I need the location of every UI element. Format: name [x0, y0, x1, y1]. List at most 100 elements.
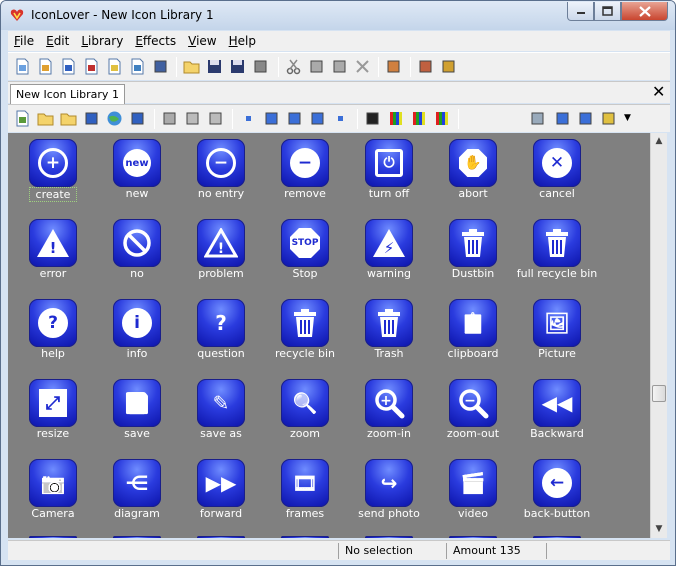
icon-item-warning[interactable]: ⚡ warning: [344, 215, 428, 295]
icon-item-video[interactable]: 🎬 video: [428, 455, 512, 535]
copy-button[interactable]: [308, 58, 325, 75]
menu-edit[interactable]: Edit: [40, 34, 75, 48]
icon-item-error[interactable]: ! error: [8, 215, 92, 295]
new-library-button[interactable]: [14, 58, 31, 75]
partial-icon[interactable]: [449, 536, 497, 538]
icon-item-clipboard[interactable]: 📋 clipboard: [428, 295, 512, 375]
menu-file[interactable]: File: [8, 34, 40, 48]
capture-button[interactable]: [152, 58, 169, 75]
target-button[interactable]: [577, 110, 594, 127]
partial-icon[interactable]: [113, 536, 161, 538]
icon-item-frames[interactable]: 🎞 frames: [260, 455, 344, 535]
icon-item-help[interactable]: ? help: [8, 295, 92, 375]
add-from-file-button[interactable]: [60, 110, 77, 127]
maximize-button[interactable]: [594, 2, 621, 21]
help-book-button[interactable]: [440, 58, 457, 75]
save-button[interactable]: [206, 58, 223, 75]
icon-item-zoom-out[interactable]: − zoom-out: [428, 375, 512, 455]
icon-item-stop[interactable]: STOP Stop: [260, 215, 344, 295]
add-folder-button[interactable]: [37, 110, 54, 127]
view-tiny-button[interactable]: [240, 110, 257, 127]
partial-icon[interactable]: [365, 536, 413, 538]
icon-item-picture[interactable]: 🖼 Picture: [512, 295, 596, 375]
cut-button[interactable]: [285, 58, 302, 75]
copy-format-button[interactable]: [161, 110, 178, 127]
view-details-button[interactable]: [309, 110, 326, 127]
icon-item-no[interactable]: no: [92, 215, 176, 295]
delete-button[interactable]: [354, 58, 371, 75]
icon-item-zoom[interactable]: 🔍 zoom: [260, 375, 344, 455]
icon-item-forward[interactable]: ▶▶ forward: [176, 455, 260, 535]
icon-item-question[interactable]: ? question: [176, 295, 260, 375]
icon-item-diagram[interactable]: ⋲ diagram: [92, 455, 176, 535]
background-dropdown-arrow-icon[interactable]: ▼: [624, 110, 641, 127]
web-button[interactable]: [106, 110, 123, 127]
print-button[interactable]: [252, 58, 269, 75]
rename-button[interactable]: [207, 110, 224, 127]
icon-item-abort[interactable]: ✋ abort: [428, 135, 512, 215]
icon-item-save-as[interactable]: ✎ save as: [176, 375, 260, 455]
icon-item-recycle-bin[interactable]: recycle bin: [260, 295, 344, 375]
scroll-down-arrow-icon[interactable]: ▼: [651, 521, 667, 538]
tab-new-icon-library[interactable]: New Icon Library 1: [10, 84, 125, 104]
256-colors-button[interactable]: [410, 110, 427, 127]
icon-item-create[interactable]: + create: [8, 135, 92, 215]
icon-item-full-recycle-bin[interactable]: full recycle bin: [512, 215, 597, 295]
scroll-thumb[interactable]: [652, 385, 666, 402]
icon-item-back-button[interactable]: ← back-button: [512, 455, 596, 535]
icon-item-save[interactable]: 💾 save: [92, 375, 176, 455]
new-icon-button[interactable]: [37, 58, 54, 75]
menu-view[interactable]: View: [182, 34, 222, 48]
icon-grid[interactable]: + create new new − no entry − remove ⏻ turn off ✋ a…: [8, 133, 650, 538]
icon-item-turn-off[interactable]: ⏻ turn off: [344, 135, 428, 215]
xp-colors-button[interactable]: [433, 110, 450, 127]
add-image-button[interactable]: [14, 110, 31, 127]
show-names-button[interactable]: [529, 110, 546, 127]
view-small-button[interactable]: [263, 110, 280, 127]
icon-item-new[interactable]: new new: [92, 135, 176, 215]
icon-item-resize[interactable]: ⤢ resize: [8, 375, 92, 455]
minimize-button[interactable]: [567, 2, 594, 21]
new-cursor-button[interactable]: [83, 58, 100, 75]
icon-item-zoom-in[interactable]: + zoom-in: [344, 375, 428, 455]
menu-help[interactable]: Help: [223, 34, 262, 48]
export-button[interactable]: [129, 110, 146, 127]
partial-icon[interactable]: [533, 536, 581, 538]
icon-item-cancel[interactable]: ✕ cancel: [512, 135, 596, 215]
close-tab-icon[interactable]: ✕: [652, 83, 665, 101]
new-image-button[interactable]: [60, 58, 77, 75]
paste-button[interactable]: [331, 58, 348, 75]
properties-button[interactable]: [385, 58, 402, 75]
icon-item-remove[interactable]: − remove: [260, 135, 344, 215]
icon-item-info[interactable]: i info: [92, 295, 176, 375]
scroll-up-arrow-icon[interactable]: ▲: [651, 133, 667, 150]
background-button[interactable]: [600, 110, 617, 127]
import-button[interactable]: [129, 58, 146, 75]
new-animated-button[interactable]: [106, 58, 123, 75]
16-colors-button[interactable]: [387, 110, 404, 127]
icon-item-problem[interactable]: ! problem: [176, 215, 260, 295]
icon-item-dustbin[interactable]: Dustbin: [428, 215, 512, 295]
edit-button[interactable]: [184, 110, 201, 127]
icon-item-camera[interactable]: 📷 Camera: [8, 455, 92, 535]
partial-icon[interactable]: [29, 536, 77, 538]
partial-icon[interactable]: [281, 536, 329, 538]
save-all-button[interactable]: [229, 58, 246, 75]
icon-item-trash[interactable]: Trash: [344, 295, 428, 375]
resources-button[interactable]: [417, 58, 434, 75]
menu-effects[interactable]: Effects: [129, 34, 182, 48]
partial-icon[interactable]: [197, 536, 245, 538]
menu-library[interactable]: Library: [75, 34, 129, 48]
close-button[interactable]: [621, 2, 668, 21]
vertical-scrollbar[interactable]: ▲ ▼: [650, 133, 667, 538]
icon-item-send-photo[interactable]: ↪ send photo: [344, 455, 428, 535]
view-large-button[interactable]: [286, 110, 303, 127]
view-list-button[interactable]: [332, 110, 349, 127]
extract-button[interactable]: [83, 110, 100, 127]
icon-item-no-entry[interactable]: − no entry: [176, 135, 260, 215]
open-button[interactable]: [183, 58, 200, 75]
icon-item-backward[interactable]: ◀◀ Backward: [512, 375, 596, 455]
mono-format-button[interactable]: [364, 110, 381, 127]
fit-button[interactable]: [554, 110, 571, 127]
title-bar[interactable]: IconLover - New Icon Library 1: [1, 1, 675, 30]
